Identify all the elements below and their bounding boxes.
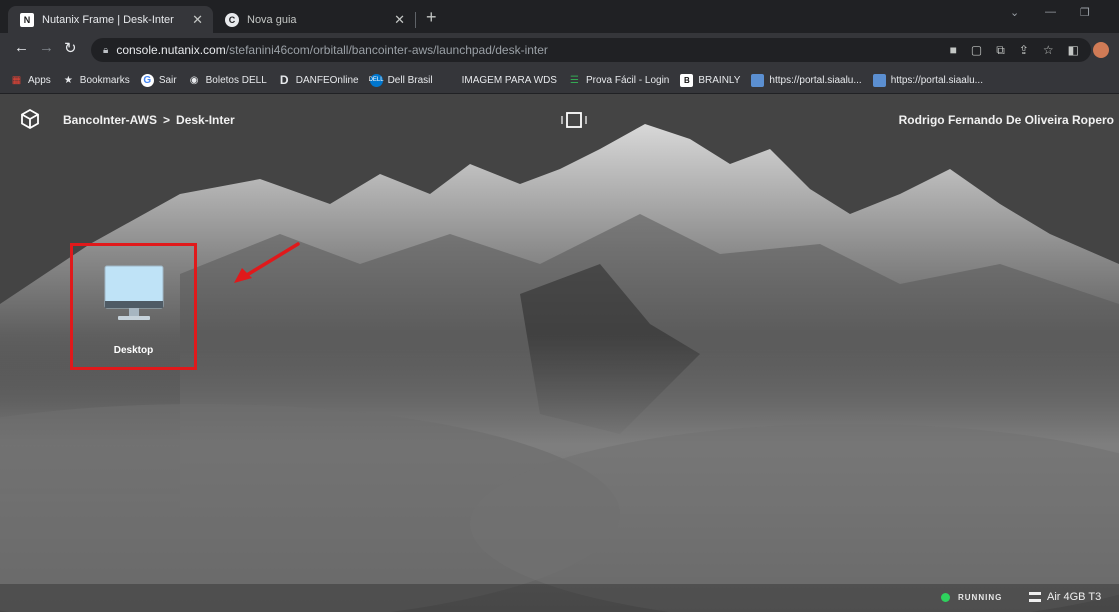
bookmarks-bar: ▦ Apps ★ Bookmarks G Sair ◉ Boletos DELL D DA… bbox=[0, 67, 1119, 94]
breadcrumb-account[interactable]: BancoInter-AWS bbox=[63, 113, 157, 127]
frame-cube-logo-icon[interactable] bbox=[20, 109, 40, 129]
browser-tab-strip: N Nutanix Frame | Desk-Inter ✕ C Nova gu… bbox=[0, 0, 1119, 33]
translate-icon[interactable]: ⧉ bbox=[996, 43, 1005, 58]
red-arrow-annotation bbox=[234, 242, 300, 283]
browser-toolbar: ← → ↻ 🔒︎ console.nutanix.com /stefanini4… bbox=[0, 33, 1119, 67]
breadcrumb: BancoInter-AWS > Desk-Inter bbox=[63, 113, 235, 127]
session-toggle-icon[interactable] bbox=[559, 112, 589, 128]
desktop-app-label: Desktop bbox=[113, 345, 154, 356]
share-icon[interactable]: ⇪ bbox=[1019, 43, 1029, 57]
new-tab-plus-icon[interactable]: + bbox=[426, 7, 437, 28]
back-arrow-icon[interactable]: ← bbox=[14, 39, 29, 56]
globe-icon: ◉ bbox=[189, 74, 199, 86]
copy-icon[interactable]: ▢ bbox=[971, 43, 982, 57]
tab-title: Nutanix Frame | Desk-Inter bbox=[42, 13, 174, 26]
bookmark-imagem-wds[interactable]: IMAGEM PARA WDS bbox=[444, 74, 557, 87]
profile-avatar[interactable] bbox=[1093, 42, 1109, 58]
launchpad-area: BancoInter-AWS > Desk-Inter Rodrigo Fern… bbox=[0, 94, 1119, 612]
portal-icon bbox=[751, 73, 765, 87]
breadcrumb-separator: > bbox=[163, 113, 171, 127]
chrome-favicon-icon: C bbox=[225, 12, 239, 27]
desktop-monitor-icon bbox=[104, 265, 164, 320]
d-logo-icon: D bbox=[279, 73, 289, 87]
toolbar-icons: ■ ▢ ⧉ ⇪ ☆ ◧ bbox=[950, 42, 1109, 58]
camera-icon[interactable]: ■ bbox=[950, 43, 957, 57]
server-icon bbox=[1029, 592, 1041, 602]
list-icon: ☰ bbox=[570, 74, 579, 86]
breadcrumb-launchpad[interactable]: Desk-Inter bbox=[176, 113, 235, 127]
bookmark-sair[interactable]: G Sair bbox=[140, 73, 177, 87]
lock-icon: 🔒︎ bbox=[103, 44, 109, 56]
tab-search-chevron-icon[interactable]: ⌄ bbox=[1010, 6, 1019, 19]
google-icon: G bbox=[140, 73, 154, 87]
bookmark-danfeonline[interactable]: D DANFEOnline bbox=[278, 73, 359, 87]
bookmark-star-icon[interactable]: ☆ bbox=[1043, 43, 1054, 57]
tab-title: Nova guia bbox=[247, 13, 297, 26]
desktop-app-tile[interactable]: Desktop bbox=[70, 243, 197, 370]
folder-icon bbox=[444, 74, 457, 87]
address-bar[interactable]: 🔒︎ console.nutanix.com /stefanini46com/o… bbox=[91, 38, 1091, 62]
portal-icon bbox=[872, 73, 886, 87]
reload-icon[interactable]: ↻ bbox=[64, 39, 77, 57]
brainly-icon: B bbox=[680, 73, 694, 87]
tab-separator bbox=[415, 12, 416, 28]
url-path: /stefanini46com/orbitall/bancointer-aws/… bbox=[225, 43, 548, 57]
instance-type[interactable]: Air 4GB T3 bbox=[1029, 591, 1101, 603]
url-host: console.nutanix.com bbox=[116, 43, 226, 57]
forward-arrow-icon[interactable]: → bbox=[39, 39, 54, 56]
dell-icon: DELL bbox=[369, 73, 384, 87]
close-tab-icon[interactable]: ✕ bbox=[394, 12, 405, 28]
user-name[interactable]: Rodrigo Fernando De Oliveira Ropero bbox=[899, 113, 1114, 127]
minimize-icon[interactable]: — bbox=[1045, 6, 1056, 18]
tab-nutanix-frame[interactable]: N Nutanix Frame | Desk-Inter ✕ bbox=[8, 6, 213, 33]
session-status: RUNNING bbox=[941, 593, 1002, 602]
status-label: RUNNING bbox=[958, 593, 1003, 602]
bookmark-portal-siaalu-1[interactable]: https://portal.siaalu... bbox=[751, 73, 862, 87]
tab-nova-guia[interactable]: C Nova guia ✕ bbox=[215, 6, 415, 33]
bookmark-prova-facil[interactable]: ☰ Prova Fácil - Login bbox=[568, 74, 669, 87]
nutanix-favicon-icon: N bbox=[20, 12, 34, 27]
apps-grid-icon: ▦ bbox=[11, 74, 22, 86]
session-status-bar: RUNNING Air 4GB T3 bbox=[0, 584, 1119, 612]
restore-icon[interactable]: ❐ bbox=[1080, 6, 1090, 19]
frame-header: BancoInter-AWS > Desk-Inter Rodrigo Fern… bbox=[0, 94, 1119, 144]
star-icon: ★ bbox=[63, 74, 73, 86]
bookmark-dell-brasil[interactable]: DELL Dell Brasil bbox=[369, 73, 433, 87]
bookmark-portal-siaalu-2[interactable]: https://portal.siaalu... bbox=[872, 73, 983, 87]
close-tab-icon[interactable]: ✕ bbox=[192, 12, 203, 28]
bookmark-boletos-dell[interactable]: ◉ Boletos DELL bbox=[188, 74, 267, 87]
bookmark-bookmarks[interactable]: ★ Bookmarks bbox=[62, 74, 130, 87]
side-panel-icon[interactable]: ◧ bbox=[1068, 43, 1079, 57]
status-dot-icon bbox=[941, 593, 950, 602]
instance-type-label: Air 4GB T3 bbox=[1047, 591, 1102, 603]
bookmark-apps[interactable]: ▦ Apps bbox=[10, 74, 51, 87]
bookmark-brainly[interactable]: B BRAINLY bbox=[680, 73, 740, 87]
